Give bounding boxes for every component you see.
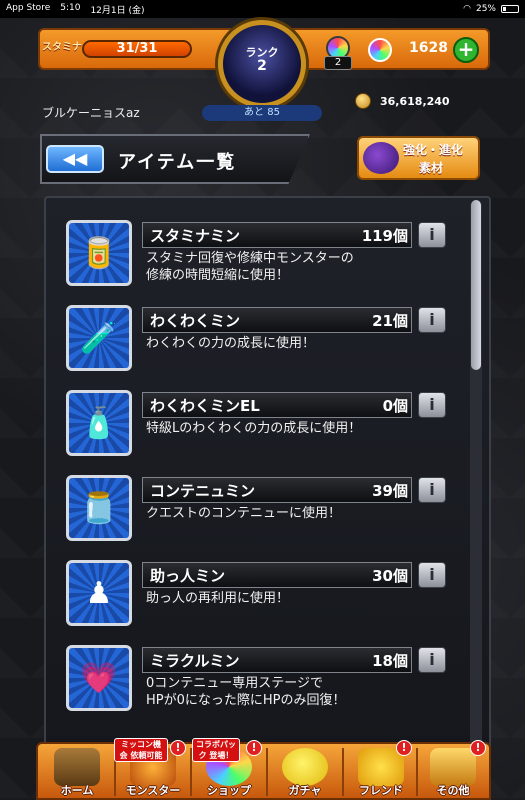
status-battery: 25% (475, 4, 496, 14)
miracle-heart-icon: 💗 (66, 645, 132, 711)
nav-friend-label: フレンド (359, 784, 403, 797)
orb-item-badge[interactable]: 2 (322, 36, 354, 70)
monster-ribbon: ミッコン機会 依頼可能 (114, 738, 168, 762)
nav-gacha[interactable]: ガチャ (268, 744, 342, 800)
nav-gacha-label: ガチャ (288, 784, 322, 797)
orb-badge-count: 2 (324, 56, 352, 70)
item-description: 特級Lのわくわくの力の成長に使用！ (146, 420, 426, 437)
home-icon (54, 748, 100, 786)
nav-other-label: その他 (436, 784, 470, 797)
item-name: わくわくミン (150, 312, 241, 330)
item-name: わくわくミンEL (150, 397, 260, 415)
rank-next-exp: あと 85 (202, 105, 322, 121)
orb-icon (368, 38, 392, 62)
friend-icon (358, 748, 404, 786)
item-description: 助っ人の再利用に使用！ (146, 590, 426, 607)
wifi-icon: ◠ (463, 4, 471, 14)
info-button[interactable]: i (418, 647, 446, 673)
desc-line: HPが0になった際にHPのみ回復！ (146, 693, 346, 708)
nav-home[interactable]: ホーム (40, 744, 114, 800)
item-name: ミラクルミン (150, 652, 240, 670)
item-row[interactable]: 🧪 わくわくミン 21個 i わくわくの力の成長に使用！ (66, 305, 456, 377)
page-title: アイテム一覧 (118, 152, 237, 173)
desc-line: クエストのコンテニューに使用！ (146, 506, 342, 521)
item-quantity: 30個 (372, 567, 408, 585)
nav-home-label: ホーム (60, 784, 94, 797)
continue-jar-icon: 🫙 (66, 475, 132, 541)
item-quantity: 119個 (361, 227, 408, 245)
item-row[interactable]: 🫙 コンテニュミン 39個 i クエストのコンテニューに使用！ (66, 475, 456, 547)
item-name: 助っ人ミン (150, 567, 226, 585)
battery-icon (501, 5, 519, 13)
item-description: クエストのコンテニューに使用！ (146, 505, 426, 522)
item-quantity: 39個 (372, 482, 408, 500)
desc-line: わくわくの力の成長に使用！ (146, 336, 316, 351)
gacha-icon (282, 748, 328, 786)
desc-line: 特級Lのわくわくの力の成長に使用！ (146, 421, 362, 436)
rank-value: 2 (257, 58, 267, 74)
friend-alert-badge: ! (396, 740, 412, 756)
scrollbar-thumb[interactable] (471, 200, 481, 370)
stamina-label: スタミナ (42, 42, 82, 53)
status-carrier: App Store (6, 2, 51, 13)
status-time: 5:10 (60, 2, 81, 13)
desc-line: スタミナ回復や修練中モンスターの (146, 251, 354, 266)
info-button[interactable]: i (418, 477, 446, 503)
other-alert-badge: ! (470, 740, 486, 756)
status-date: 12月1日 (金) (90, 5, 145, 16)
orb-count: 1628 (409, 40, 448, 56)
waku-bottle-icon: 🧪 (66, 305, 132, 371)
desc-line: 0コンテニュー専用ステージで (146, 676, 324, 691)
waku-el-bottle-icon: 🧴 (66, 390, 132, 456)
desc-line: 修練の時間短縮に使用！ (146, 268, 290, 283)
item-row[interactable]: 🧴 わくわくミンEL 0個 i 特級Lのわくわくの力の成長に使用！ (66, 390, 456, 462)
coin-count: 36,618,240 (380, 95, 450, 108)
evolve-materials-button[interactable]: 強化・進化 素材 (357, 136, 480, 180)
info-button[interactable]: i (418, 562, 446, 588)
info-button[interactable]: i (418, 307, 446, 333)
item-row[interactable]: 💗 ミラクルミン 18個 i 0コンテニュー専用ステージで HPが0になった際に… (66, 645, 456, 717)
monster-alert-badge: ! (170, 740, 186, 756)
player-name: ブルケーニョスaz (42, 106, 140, 120)
stamina-value: 31/31 (116, 41, 158, 56)
status-bar: App Store 5:10 12月1日 (金) ◠ 25% (0, 0, 525, 18)
item-row[interactable]: 🥫 スタミナミン 119個 i スタミナ回復や修練中モンスターの 修練の時間短縮… (66, 220, 456, 292)
desc-line: 助っ人の再利用に使用！ (146, 591, 290, 606)
item-quantity: 21個 (372, 312, 408, 330)
other-icon (430, 748, 476, 786)
item-name: コンテニュミン (150, 482, 256, 500)
evolve-label-line1: 強化・進化 (403, 143, 464, 157)
info-button[interactable]: i (418, 222, 446, 248)
stamina-can-icon: 🥫 (66, 220, 132, 286)
item-quantity: 18個 (372, 652, 408, 670)
back-button[interactable]: ◀◀ (46, 145, 104, 173)
item-name: スタミナミン (150, 227, 241, 245)
item-description: わくわくの力の成長に使用！ (146, 335, 426, 352)
helper-piece-icon: ♟ (66, 560, 132, 626)
evolve-label-line2: 素材 (419, 161, 444, 175)
item-quantity: 0個 (382, 397, 408, 415)
nav-shop-label: ショップ (207, 784, 251, 797)
evolve-material-icon (363, 142, 399, 174)
shop-alert-badge: ! (246, 740, 262, 756)
item-row[interactable]: ♟ 助っ人ミン 30個 i 助っ人の再利用に使用！ (66, 560, 456, 632)
item-description: スタミナ回復や修練中モンスターの 修練の時間短縮に使用！ (146, 250, 426, 284)
coin-icon (355, 93, 371, 109)
buy-orb-button[interactable]: + (453, 37, 479, 63)
back-arrow-icon: ◀◀ (62, 149, 88, 168)
shop-ribbon: コラボパック 登場！ (192, 738, 240, 762)
nav-monster-label: モンスター (125, 784, 181, 797)
item-description: 0コンテニュー専用ステージで HPが0になった際にHPのみ回復！ (146, 675, 426, 709)
info-button[interactable]: i (418, 392, 446, 418)
